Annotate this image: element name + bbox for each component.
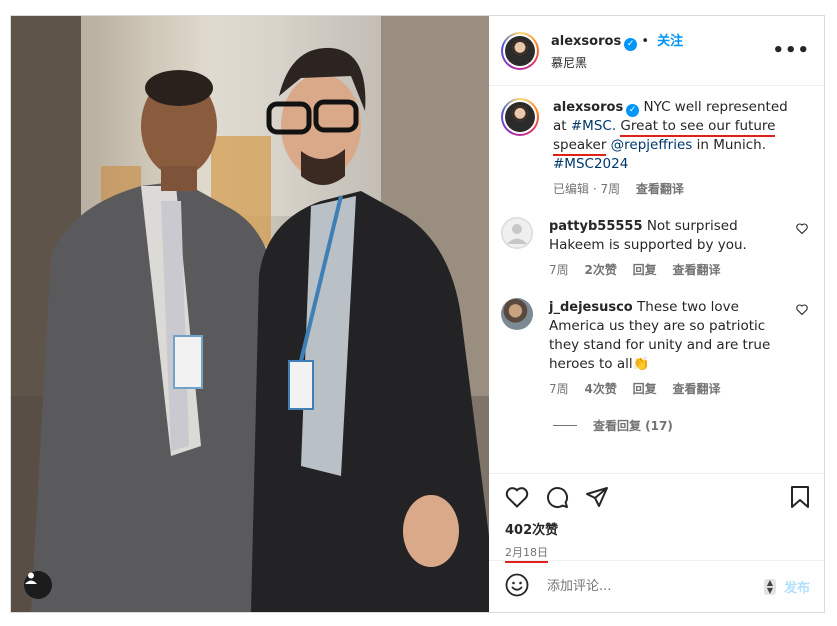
author-username[interactable]: alexsoros: [551, 34, 621, 49]
comment-time: 7周: [549, 382, 569, 396]
hashtag-link[interactable]: #MSC.: [571, 118, 616, 134]
comments-section: alexsoros ✓ NYC well represented at #MSC.…: [489, 86, 824, 467]
reply-button[interactable]: 回复: [633, 382, 657, 396]
comment-like-heart-icon[interactable]: [796, 304, 808, 318]
avatar: [505, 35, 535, 66]
more-options-icon[interactable]: •••: [772, 40, 810, 61]
post-sidebar: alexsoros ✓ • 关注 慕尼黑 ••• alexsoros ✓ NYC w…: [489, 16, 824, 612]
translate-button[interactable]: 查看翻译: [673, 382, 721, 396]
post-header: alexsoros ✓ • 关注 慕尼黑 •••: [489, 16, 824, 86]
photo-illustration: [11, 16, 489, 612]
view-replies-label: 查看回复 (17): [593, 419, 673, 433]
emoji-icon[interactable]: [505, 573, 529, 601]
comment-time: 7周: [549, 263, 569, 277]
scroll-stepper-icon[interactable]: ▲ ▼: [763, 578, 776, 595]
mention-link[interactable]: @repjeffries: [611, 137, 693, 153]
view-replies-line: [553, 425, 577, 426]
comment-avatar[interactable]: [501, 298, 533, 330]
caption-text: alexsoros ✓ NYC well represented at #MSC.…: [553, 98, 810, 199]
add-comment-input[interactable]: [545, 578, 764, 595]
caption-edited-time: 已编辑 · 7周: [553, 182, 621, 196]
comment-meta: 7周 2次赞 回复 查看翻译: [549, 261, 792, 280]
share-send-icon[interactable]: [585, 485, 609, 509]
post-comment-button[interactable]: 发布: [784, 577, 810, 596]
comment-text: pattyb55555 Not surprised Hakeem is supp…: [549, 217, 810, 280]
add-comment-bar: ▲▼ 发布: [489, 560, 824, 612]
comment-like-heart-icon[interactable]: [796, 223, 808, 237]
caption-avatar: [505, 102, 535, 132]
caption-meta: 已编辑 · 7周 查看翻译: [553, 180, 792, 199]
translate-button[interactable]: 查看翻译: [636, 182, 684, 196]
comment-username[interactable]: pattyb55555: [549, 219, 643, 234]
separator-dot: •: [641, 34, 654, 49]
caption-text-2: in Munich.: [696, 137, 766, 153]
comment-username[interactable]: j_dejesusco: [549, 300, 633, 315]
comment-likes[interactable]: 2次赞: [584, 263, 616, 277]
comment-meta: 7周 4次赞 回复 查看翻译: [549, 380, 792, 399]
verified-badge-icon: ✓: [626, 104, 640, 117]
header-text: alexsoros ✓ • 关注 慕尼黑: [551, 30, 683, 71]
likes-count[interactable]: 402次赞: [489, 519, 824, 538]
view-replies-button[interactable]: 查看回复 (17): [553, 417, 810, 434]
story-ring[interactable]: [501, 31, 539, 70]
comment-text: j_dejesusco These two love America us th…: [549, 298, 810, 399]
post-date: 2月18日: [489, 538, 824, 563]
post-photo[interactable]: [11, 16, 489, 612]
action-bar: [489, 473, 824, 519]
verified-badge-icon: ✓: [624, 38, 638, 51]
follow-button[interactable]: 关注: [657, 34, 683, 49]
reply-button[interactable]: 回复: [633, 263, 657, 277]
user-tag-icon[interactable]: [24, 571, 52, 599]
caption-avatar-ring[interactable]: [501, 98, 539, 136]
translate-button[interactable]: 查看翻译: [673, 263, 721, 277]
post-modal: alexsoros ✓ • 关注 慕尼黑 ••• alexsoros ✓ NYC w…: [10, 15, 825, 613]
comment-item: pattyb55555 Not surprised Hakeem is supp…: [501, 217, 810, 280]
like-heart-icon[interactable]: [505, 486, 529, 508]
caption-username[interactable]: alexsoros: [553, 100, 623, 115]
caption: alexsoros ✓ NYC well represented at #MSC.…: [501, 98, 810, 199]
hashtag-link-2[interactable]: #MSC2024: [553, 156, 628, 172]
comment-likes[interactable]: 4次赞: [584, 382, 616, 396]
save-bookmark-icon[interactable]: [790, 485, 810, 509]
comment-avatar[interactable]: [501, 217, 533, 249]
comment-bubble-icon[interactable]: [545, 485, 569, 509]
location-link[interactable]: 慕尼黑: [551, 54, 683, 71]
comment-item: j_dejesusco These two love America us th…: [501, 298, 810, 399]
